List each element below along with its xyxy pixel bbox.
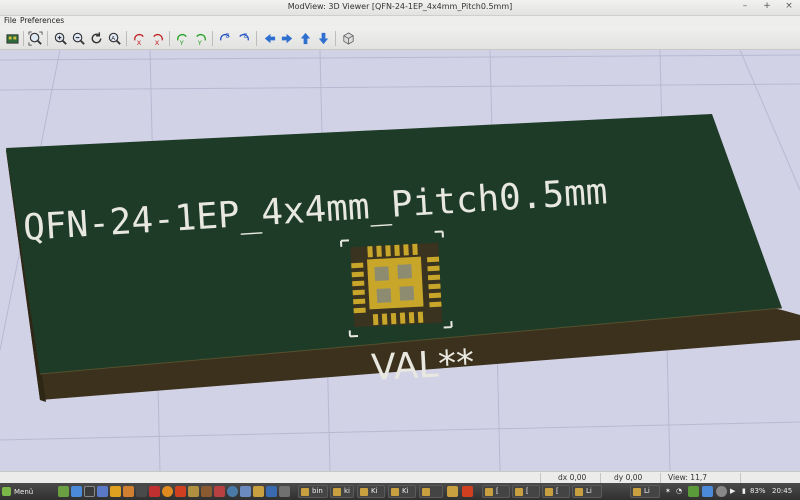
app-launcher-icon[interactable] [123,486,134,497]
app-launcher-icon[interactable] [240,486,251,497]
app-launcher-icon[interactable] [175,486,186,497]
update-icon[interactable] [702,486,713,497]
title-bar: ModView: 3D Viewer [QFN-24-1EP_4x4mm_Pit… [0,0,800,16]
menu-file[interactable]: File [4,16,17,25]
svg-text:Z: Z [244,34,248,40]
wifi-icon[interactable]: ◔ [676,487,682,495]
move-up-icon[interactable] [297,30,314,47]
app-launcher-icon[interactable] [227,486,238,497]
3d-scene: QFN-24-1EP_4x4mm_Pitch0.5mm VAL** [0,50,800,471]
svg-text:Z: Z [226,34,230,40]
reload-icon[interactable] [4,30,21,47]
modview-window: ModView: 3D Viewer [QFN-24-1EP_4x4mm_Pit… [0,0,800,483]
maximize-button[interactable]: + [762,1,772,11]
start-menu-label: Menü [14,487,34,496]
terminal-launcher-icon[interactable] [84,486,95,497]
rotate-z-cw-icon[interactable]: Z [217,30,234,47]
app-launcher-icon[interactable] [201,486,212,497]
svg-text:Y: Y [197,39,203,46]
task-bin[interactable]: bin [298,485,328,498]
status-view: View: 11,7 [668,473,707,482]
files-launcher-icon[interactable] [58,486,69,497]
app-launcher-icon[interactable] [266,486,277,497]
browser-launcher-icon[interactable] [71,486,82,497]
taskbar: Menü bin ki Ki Ki [ [ [ Li Li ✶ ◔ ▶ ▮ 83… [0,483,800,500]
app-launcher-icon[interactable] [149,486,160,497]
start-menu-button[interactable]: Menü [2,485,33,498]
task-kicad-1[interactable]: Ki [357,485,385,498]
qfn-footprint [339,230,453,338]
app-launcher-icon[interactable] [110,486,121,497]
svg-text:Y: Y [179,39,185,46]
bluetooth-icon[interactable]: ✶ [665,487,671,495]
zoom-auto-icon[interactable]: A [106,30,123,47]
window-title: ModView: 3D Viewer [QFN-24-1EP_4x4mm_Pit… [287,2,513,11]
ortho-icon[interactable] [340,30,357,47]
app-launcher-icon[interactable] [279,486,290,497]
app-icon[interactable] [462,486,473,497]
shield-icon[interactable] [688,486,699,497]
rotate-z-ccw-icon[interactable]: Z [235,30,252,47]
rotate-x-ccw-icon[interactable]: X [149,30,166,47]
zoom-out-icon[interactable] [70,30,87,47]
svg-text:A: A [111,36,115,42]
app-icon[interactable] [447,486,458,497]
menu-preferences[interactable]: Preferences [20,16,64,25]
redraw-icon[interactable] [88,30,105,47]
svg-text:X: X [155,39,160,46]
battery-icon[interactable]: ▮ [742,487,746,495]
3d-viewport[interactable]: QFN-24-1EP_4x4mm_Pitch0.5mm VAL** [0,50,800,471]
move-right-icon[interactable] [279,30,296,47]
status-dy: dy 0,00 [614,473,643,482]
zoom-in-icon[interactable] [52,30,69,47]
network-icon[interactable] [716,486,727,497]
firefox-launcher-icon[interactable] [162,486,173,497]
task-window-1[interactable]: [ [482,485,510,498]
task-ki[interactable]: ki [330,485,354,498]
rotate-y-cw-icon[interactable]: Y [174,30,191,47]
move-down-icon[interactable] [315,30,332,47]
task-kicad-2[interactable]: Ki [388,485,416,498]
exposed-pad [366,256,424,310]
task-window-2[interactable]: [ [512,485,540,498]
zoom-fit-icon[interactable] [27,30,44,47]
minimize-button[interactable]: – [740,1,750,11]
app-launcher-icon[interactable] [253,486,264,497]
svg-text:X: X [137,39,142,46]
move-left-icon[interactable] [261,30,278,47]
rotate-y-ccw-icon[interactable]: Y [192,30,209,47]
task-window-5[interactable]: Li [630,485,660,498]
app-launcher-icon[interactable] [214,486,225,497]
task-app[interactable] [419,485,443,498]
rotate-x-cw-icon[interactable]: X [131,30,148,47]
value-label: VAL** [370,343,475,389]
status-bar: dx 0,00 dy 0,00 View: 11,7 [0,471,800,483]
app-launcher-icon[interactable] [136,486,147,497]
status-dx: dx 0,00 [558,473,587,482]
clock[interactable]: 20:45 [772,487,792,495]
task-window-3[interactable]: [ [542,485,570,498]
app-launcher-icon[interactable] [188,486,199,497]
volume-icon[interactable]: ▶ [730,487,735,495]
app-launcher-icon[interactable] [97,486,108,497]
toolbar: A X X Y Y Z Z [0,27,800,50]
battery-percent: 83% [750,487,766,495]
task-window-4[interactable]: Li [572,485,602,498]
menu-bar: File Preferences [0,16,800,27]
close-button[interactable]: × [784,1,794,11]
mint-logo-icon [2,487,11,496]
